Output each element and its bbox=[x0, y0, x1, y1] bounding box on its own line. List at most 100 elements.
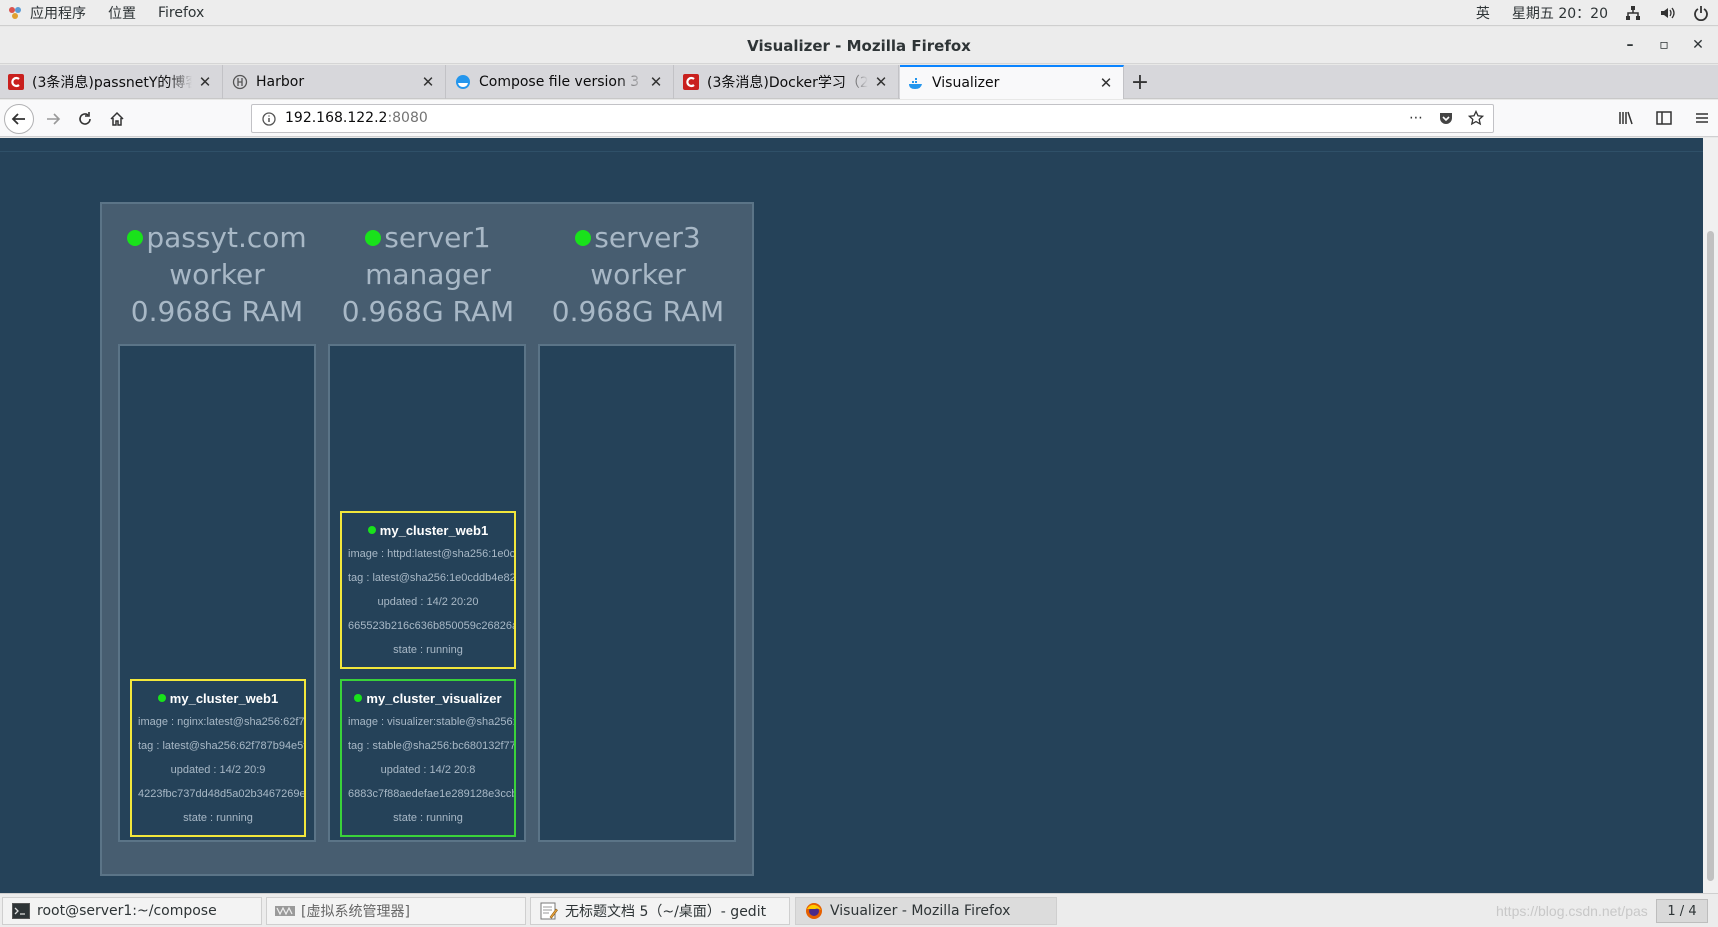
terminal-icon bbox=[11, 902, 31, 920]
node-role: worker bbox=[169, 258, 265, 291]
close-window-icon[interactable]: ✕ bbox=[1688, 35, 1708, 55]
navigation-toolbar: 192.168.122.2:8080 ⋯ bbox=[0, 100, 1718, 137]
task-id: 4223fbc737dd48d5a02b3467269e5 bbox=[138, 788, 306, 800]
close-tab-icon[interactable]: ✕ bbox=[872, 73, 890, 91]
taskbar-item-gedit[interactable]: 无标题文档 5（~/桌面）- gedit bbox=[530, 897, 790, 925]
close-tab-icon[interactable]: ✕ bbox=[647, 73, 665, 91]
docker-docs-icon bbox=[455, 74, 471, 90]
power-icon[interactable] bbox=[1692, 4, 1710, 22]
node-ram: 0.968G RAM bbox=[551, 295, 725, 328]
task-image: image : nginx:latest@sha256:62f787b94e5f bbox=[138, 716, 305, 728]
csdn-icon bbox=[683, 74, 699, 90]
scrollbar-thumb[interactable] bbox=[1707, 231, 1714, 881]
reload-icon bbox=[79, 112, 91, 125]
bookmark-star-icon[interactable] bbox=[1467, 109, 1485, 127]
taskbar-item-terminal[interactable]: root@server1:~/compose bbox=[2, 897, 262, 925]
new-tab-button[interactable]: + bbox=[1127, 69, 1153, 95]
forward-button[interactable] bbox=[38, 104, 68, 134]
back-button[interactable] bbox=[4, 104, 34, 134]
applications-icon[interactable] bbox=[6, 4, 24, 22]
node-ram: 0.968G RAM bbox=[341, 295, 515, 328]
tab-strip: (3条消息)passnetY的博客 ✕ Harbor ✕ Compose fil… bbox=[0, 65, 1718, 99]
task-card[interactable]: my_cluster_web1 image : httpd:latest@sha… bbox=[340, 511, 516, 669]
task-card[interactable]: my_cluster_visualizer image : visualizer… bbox=[340, 679, 516, 837]
node-role: worker bbox=[590, 258, 686, 291]
task-status-dot bbox=[367, 526, 376, 534]
tab-csdn-docker[interactable]: (3条消息)Docker学习（2 ✕ bbox=[675, 65, 899, 99]
library-icon[interactable] bbox=[1616, 108, 1636, 128]
site-info-icon[interactable] bbox=[260, 110, 278, 128]
node-header-server3: server3 worker 0.968G RAM bbox=[538, 219, 738, 330]
task-updated: updated : 14/2 20:9 bbox=[170, 764, 266, 776]
pocket-icon[interactable] bbox=[1437, 109, 1455, 127]
url-bar[interactable]: 192.168.122.2:8080 ⋯ bbox=[251, 104, 1494, 133]
app-menu-firefox[interactable]: Firefox bbox=[158, 5, 204, 21]
minimize-icon[interactable]: – bbox=[1620, 35, 1640, 55]
task-id: 665523b216c636b850059c26826a5 bbox=[348, 620, 516, 632]
window-title-bar: Visualizer - Mozilla Firefox – ▫ ✕ bbox=[0, 27, 1718, 64]
node-name: server3 bbox=[594, 221, 701, 254]
page-actions-icon[interactable]: ⋯ bbox=[1407, 109, 1425, 127]
task-image: image : httpd:latest@sha256:1e0cddb4e bbox=[348, 548, 516, 560]
node-tasks-server3 bbox=[538, 344, 736, 842]
hamburger-menu-icon[interactable] bbox=[1692, 108, 1712, 128]
task-name: my_cluster_web1 bbox=[379, 523, 489, 538]
forward-arrow-icon bbox=[47, 113, 61, 125]
tab-csdn-blog[interactable]: (3条消息)passnetY的博客 ✕ bbox=[0, 65, 223, 99]
taskbar-label: 无标题文档 5（~/桌面）- gedit bbox=[565, 904, 767, 920]
node-header-passyt: passyt.com worker 0.968G RAM bbox=[117, 219, 317, 330]
url-text[interactable]: 192.168.122.2:8080 bbox=[285, 110, 428, 126]
taskbar-item-firefox[interactable]: Visualizer - Mozilla Firefox bbox=[795, 897, 1057, 925]
close-tab-icon[interactable]: ✕ bbox=[196, 73, 214, 91]
node-status-dot bbox=[365, 230, 382, 246]
sidebar-toggle-icon[interactable] bbox=[1654, 108, 1674, 128]
tab-label: (3条消息)Docker学习（2 bbox=[707, 75, 868, 91]
places-menu[interactable]: 位置 bbox=[108, 3, 136, 23]
input-method-indicator[interactable]: 英 bbox=[1476, 3, 1490, 23]
node-tasks-passyt: my_cluster_web1 image : nginx:latest@sha… bbox=[118, 344, 316, 842]
gnome-top-bar: 应用程序 位置 Firefox 英 星期五 20：20 bbox=[0, 0, 1718, 26]
url-host: 192.168.122.2 bbox=[285, 110, 388, 126]
close-tab-icon[interactable]: ✕ bbox=[419, 73, 437, 91]
node-role: manager bbox=[365, 258, 491, 291]
taskbar-label: [虚拟系统管理器] bbox=[301, 904, 410, 920]
maximize-icon[interactable]: ▫ bbox=[1654, 35, 1674, 55]
task-updated: updated : 14/2 20:20 bbox=[377, 596, 479, 608]
url-port: :8080 bbox=[387, 110, 428, 126]
task-image: image : visualizer:stable@sha256:bc68 bbox=[348, 716, 516, 728]
task-state: state : running bbox=[183, 812, 253, 824]
task-card[interactable]: my_cluster_web1 image : nginx:latest@sha… bbox=[130, 679, 306, 837]
task-status-dot bbox=[354, 694, 363, 702]
taskbar-label: root@server1:~/compose bbox=[37, 903, 217, 919]
reload-button[interactable] bbox=[70, 104, 100, 134]
window-list-bar: root@server1:~/compose [虚拟系统管理器] 无标题文档 5… bbox=[0, 893, 1718, 927]
header-divider bbox=[0, 151, 1703, 152]
task-id: 6883c7f88aedefae1e289128e3ccba bbox=[348, 788, 516, 800]
task-tag: tag : latest@sha256:62f787b94e5faddb79f9… bbox=[138, 740, 304, 752]
network-icon[interactable] bbox=[1624, 4, 1642, 22]
back-arrow-icon bbox=[11, 113, 25, 125]
harbor-icon bbox=[232, 74, 248, 90]
task-state: state : running bbox=[393, 644, 463, 656]
node-header-server1: server1 manager 0.968G RAM bbox=[328, 219, 528, 330]
watermark-text: https://blog.csdn.net/pas bbox=[1496, 903, 1648, 919]
task-name: my_cluster_web1 bbox=[169, 691, 279, 706]
page-scrollbar[interactable] bbox=[1703, 138, 1718, 893]
applications-menu[interactable]: 应用程序 bbox=[30, 3, 86, 23]
node-name: server1 bbox=[384, 221, 491, 254]
swarm-cluster-panel: passyt.com worker 0.968G RAM my_cluster_… bbox=[100, 202, 754, 876]
task-status-dot bbox=[157, 694, 166, 702]
workspace-pager[interactable]: 1 / 4 bbox=[1656, 899, 1708, 923]
csdn-icon bbox=[8, 74, 24, 90]
tab-harbor[interactable]: Harbor ✕ bbox=[224, 65, 446, 99]
task-updated: updated : 14/2 20:8 bbox=[380, 764, 476, 776]
clock[interactable]: 星期五 20：20 bbox=[1512, 3, 1608, 23]
close-tab-icon[interactable]: ✕ bbox=[1097, 74, 1115, 92]
volume-icon[interactable] bbox=[1658, 4, 1676, 22]
tab-visualizer[interactable]: Visualizer ✕ bbox=[900, 65, 1124, 99]
node-status-dot bbox=[127, 230, 144, 246]
home-button[interactable] bbox=[102, 104, 132, 134]
home-icon bbox=[110, 111, 124, 126]
tab-compose-docs[interactable]: Compose file version 3 re ✕ bbox=[447, 65, 674, 99]
taskbar-item-virt-manager[interactable]: [虚拟系统管理器] bbox=[266, 897, 526, 925]
